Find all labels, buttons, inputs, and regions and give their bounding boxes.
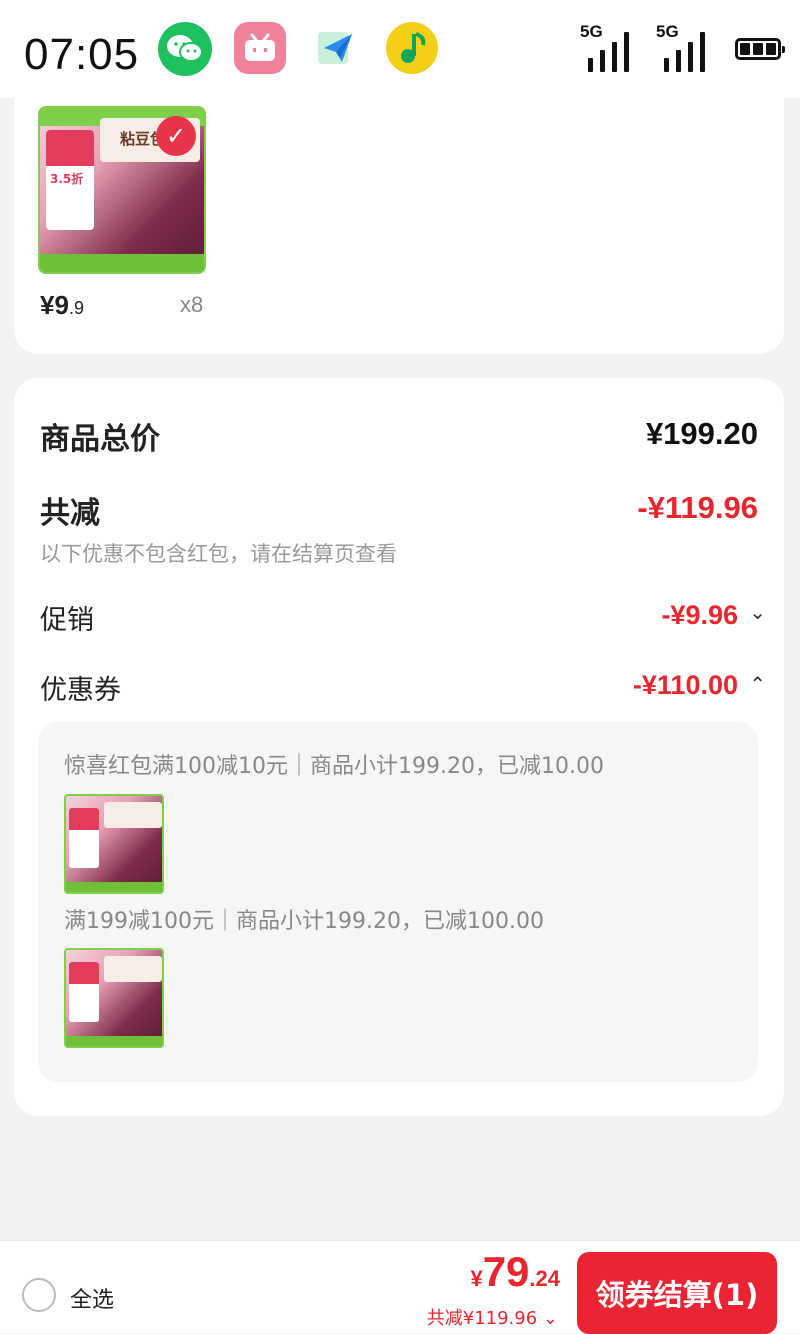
reduce-value: -¥119.96 bbox=[637, 490, 758, 525]
coupon-detail-line: 惊喜红包满100减10元｜商品小计199.20，已减10.00 bbox=[64, 754, 604, 779]
bilibili-icon bbox=[234, 22, 286, 74]
status-time: 07:05 bbox=[24, 30, 140, 79]
promotion-label[interactable]: 促销 bbox=[40, 598, 94, 637]
select-all-label[interactable]: 全选 bbox=[70, 1282, 114, 1314]
total-value: ¥199.20 bbox=[645, 416, 758, 451]
product-price: ¥9.9 bbox=[40, 290, 84, 320]
chevron-up-icon[interactable]: ⌃ bbox=[749, 672, 766, 696]
coupon-product-image bbox=[64, 794, 164, 894]
music-icon bbox=[386, 22, 438, 74]
select-all-radio[interactable] bbox=[22, 1278, 56, 1312]
status-bar: 07:05 5G 5G bbox=[0, 0, 800, 98]
signal-5g-icon: 5G bbox=[580, 22, 640, 74]
product-quantity: x8 bbox=[180, 292, 204, 317]
promotion-value[interactable]: -¥9.96 bbox=[661, 600, 738, 631]
saved-amount[interactable]: 共减¥119.96 ⌄ bbox=[427, 1304, 558, 1330]
coupon-detail-line: 满199减100元｜商品小计199.20，已减100.00 bbox=[64, 909, 544, 934]
battery-icon bbox=[735, 38, 785, 60]
coupon-value[interactable]: -¥110.00 bbox=[633, 670, 738, 701]
signal-5g-icon-2: 5G bbox=[656, 22, 716, 74]
selected-check-icon[interactable]: ✓ bbox=[156, 116, 196, 156]
coupon-label[interactable]: 优惠券 bbox=[40, 668, 121, 707]
chevron-down-icon[interactable]: ⌄ bbox=[749, 600, 766, 624]
coupon-product-image bbox=[64, 948, 164, 1048]
payable-total: ¥79.24 bbox=[470, 1248, 560, 1295]
wechat-icon bbox=[158, 22, 212, 76]
reduce-note: 以下优惠不包含红包，请在结算页查看 bbox=[40, 542, 397, 566]
checkout-button[interactable]: 领券结算(1) bbox=[577, 1252, 777, 1334]
total-label: 商品总价 bbox=[40, 422, 160, 457]
paper-plane-icon bbox=[310, 22, 362, 74]
reduce-label: 共减 bbox=[40, 496, 100, 531]
